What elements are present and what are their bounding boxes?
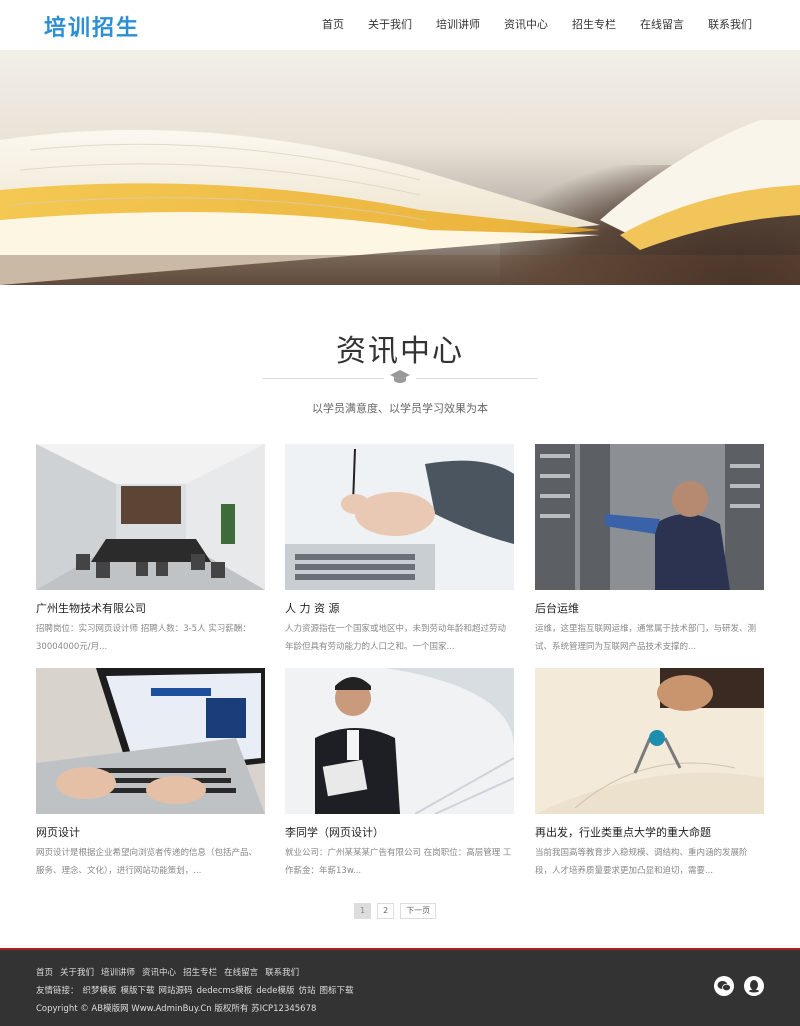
card-description: 当前我国高等教育步入稳规模、调结构、重内涵的发展阶段，人才培养质量要求更加凸显和… — [535, 848, 748, 876]
nav-message[interactable]: 在线留言 — [640, 16, 684, 32]
friend-link[interactable]: 图标下载 — [319, 984, 353, 996]
nav-home[interactable]: 首页 — [322, 16, 344, 32]
card-description: 就业公司：广州某某某广告有限公司 在岗职位：高层管理 工作薪金：年薪13w... — [285, 848, 512, 876]
card-image-writing-hand[interactable] — [285, 444, 514, 590]
friend-link[interactable]: 织梦模板 — [83, 984, 117, 996]
footer-link-message[interactable]: 在线留言 — [224, 966, 258, 978]
main-nav: 首页 关于我们 培训讲师 资讯中心 招生专栏 在线留言 联系我们 — [298, 16, 752, 32]
card-image-conference-room[interactable] — [36, 444, 265, 590]
graduation-cap-icon — [390, 370, 410, 383]
nav-news[interactable]: 资讯中心 — [504, 16, 548, 32]
site-logo[interactable]: 培训招生 — [44, 10, 140, 42]
card-title[interactable]: 人 力 资 源 — [285, 600, 514, 616]
friend-links: 友情链接： 织梦模板 模版下载 网站源码 dedecms模板 dede模版 仿站… — [36, 984, 354, 996]
card-image-businessman[interactable] — [285, 668, 514, 814]
footer-link-home[interactable]: 首页 — [36, 966, 53, 978]
card-title[interactable]: 广州生物技术有限公司 — [36, 600, 265, 616]
card-title[interactable]: 再出发，行业类重点大学的重大命题 — [535, 824, 764, 840]
news-card[interactable]: 广州生物技术有限公司 招聘岗位：实习网页设计师 招聘人数：3-5人 实习薪酬：3… — [36, 444, 265, 656]
news-card[interactable]: 后台运维 运维，这里指互联网运维，通常属于技术部门，与研发、测试、系统管理同为互… — [535, 444, 764, 656]
next-page-button[interactable]: 下一页 — [400, 903, 437, 919]
footer-link-about[interactable]: 关于我们 — [60, 966, 94, 978]
friend-link[interactable]: dede模版 — [256, 984, 294, 996]
page-1-button[interactable]: 1 — [354, 903, 372, 919]
pagination: 1 2 下一页 — [354, 903, 437, 919]
friend-link[interactable]: 网站源码 — [159, 984, 193, 996]
card-image-laptop-typing[interactable] — [36, 668, 265, 814]
nav-enrollment[interactable]: 招生专栏 — [572, 16, 616, 32]
card-description: 网页设计是根据企业希望向浏览者传递的信息（包括产品、服务、理念、文化），进行网站… — [36, 848, 258, 876]
footer-link-news[interactable]: 资讯中心 — [142, 966, 176, 978]
card-description: 招聘岗位：实习网页设计师 招聘人数：3-5人 实习薪酬：30004000元/月.… — [36, 624, 251, 652]
divider-left — [262, 378, 384, 379]
card-title[interactable]: 网页设计 — [36, 824, 265, 840]
friend-link[interactable]: 模版下载 — [121, 984, 155, 996]
social-icons — [714, 976, 764, 996]
card-title[interactable]: 李同学（网页设计） — [285, 824, 514, 840]
wechat-icon[interactable] — [714, 976, 734, 996]
copyright-text: Copyright © AB模版网 Www.AdminBuy.Cn 版权所有 苏… — [36, 1004, 317, 1014]
section-title: 资讯中心 — [336, 334, 464, 369]
card-description: 人力资源指在一个国家或地区中，未到劳动年龄和超过劳动年龄但具有劳动能力的人口之和… — [285, 624, 507, 652]
friend-link[interactable]: 仿站 — [298, 984, 315, 996]
nav-contact[interactable]: 联系我们 — [708, 16, 752, 32]
section-subtitle: 以学员满意度、以学员学习效果为本 — [312, 402, 488, 415]
hero-banner — [0, 50, 800, 285]
footer-nav: 首页 关于我们 培训讲师 资讯中心 招生专栏 在线留言 联系我们 — [36, 966, 299, 978]
footer-link-contact[interactable]: 联系我们 — [265, 966, 299, 978]
divider-right — [416, 378, 538, 379]
nav-about[interactable]: 关于我们 — [368, 16, 412, 32]
site-header: 培训招生 首页 关于我们 培训讲师 资讯中心 招生专栏 在线留言 联系我们 — [0, 0, 800, 50]
card-image-server-room[interactable] — [535, 444, 764, 590]
qq-icon[interactable] — [744, 976, 764, 996]
nav-teachers[interactable]: 培训讲师 — [436, 16, 480, 32]
card-description: 运维，这里指互联网运维，通常属于技术部门，与研发、测试、系统管理同为互联网产品技… — [535, 624, 757, 652]
site-footer: 首页 关于我们 培训讲师 资讯中心 招生专栏 在线留言 联系我们 友情链接： 织… — [0, 948, 800, 1026]
news-card[interactable]: 李同学（网页设计） 就业公司：广州某某某广告有限公司 在岗职位：高层管理 工作薪… — [285, 668, 514, 880]
news-card[interactable]: 再出发，行业类重点大学的重大命题 当前我国高等教育步入稳规模、调结构、重内涵的发… — [535, 668, 764, 880]
card-image-compass[interactable] — [535, 668, 764, 814]
page-2-button[interactable]: 2 — [377, 903, 395, 919]
news-card[interactable]: 网页设计 网页设计是根据企业希望向浏览者传递的信息（包括产品、服务、理念、文化）… — [36, 668, 265, 880]
open-book-illustration — [0, 120, 800, 285]
card-title[interactable]: 后台运维 — [535, 600, 764, 616]
friend-link[interactable]: dedecms模板 — [197, 984, 253, 996]
footer-link-teachers[interactable]: 培训讲师 — [101, 966, 135, 978]
news-card[interactable]: 人 力 资 源 人力资源指在一个国家或地区中，未到劳动年龄和超过劳动年龄但具有劳… — [285, 444, 514, 656]
friend-links-label: 友情链接： — [36, 986, 79, 996]
footer-link-enrollment[interactable]: 招生专栏 — [183, 966, 217, 978]
